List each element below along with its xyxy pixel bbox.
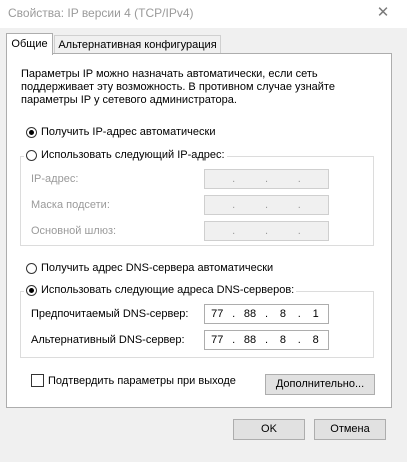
ok-button[interactable]: OK (233, 419, 305, 440)
alternate-dns-field[interactable]: 77. 88. 8. 8 (204, 330, 329, 350)
ip-manual-radio[interactable] (26, 149, 37, 161)
subnet-mask-label: Маска подсети: (31, 199, 110, 211)
alternate-dns-label: Альтернативный DNS-сервер: (31, 334, 185, 346)
validate-label: Подтвердить параметры при выходе (48, 374, 236, 387)
dns-auto-option[interactable]: Получить адрес DNS-сервера автоматически (26, 262, 273, 274)
close-icon: ✕ (376, 4, 390, 21)
dns-manual-label: Использовать следующие адреса DNS-сервер… (41, 284, 295, 296)
window-title: Свойства: IP версии 4 (TCP/IPv4) (8, 6, 194, 20)
validate-option[interactable]: Подтвердить параметры при выходе (31, 374, 236, 387)
cancel-button[interactable]: Отмена (314, 419, 386, 440)
general-panel: Параметры IP можно назначать автоматичес… (6, 53, 392, 408)
preferred-dns-field[interactable]: 77. 88. 8. 1 (204, 304, 329, 324)
subnet-mask-field[interactable]: . . . (204, 195, 329, 215)
preferred-dns-label: Предпочитаемый DNS-сервер: (31, 308, 189, 320)
dns-auto-label: Получить адрес DNS-сервера автоматически (41, 262, 274, 274)
ip-manual-label: Использовать следующий IP-адрес: (41, 149, 225, 161)
dns-manual-option[interactable]: Использовать следующие адреса DNS-сервер… (24, 284, 297, 296)
close-button[interactable]: ✕ (366, 2, 400, 24)
ip-address-field[interactable]: . . . (204, 169, 329, 189)
ip-auto-label: Получить IP-адрес автоматически (41, 126, 216, 138)
tab-alternate-config[interactable]: Альтернативная конфигурация (54, 35, 221, 53)
ip-auto-option[interactable]: Получить IP-адрес автоматически (26, 126, 215, 138)
gateway-field[interactable]: . . . (204, 221, 329, 241)
dns-auto-radio[interactable] (26, 262, 37, 274)
tab-general[interactable]: Общие (6, 33, 53, 55)
validate-checkbox[interactable] (31, 374, 44, 387)
ip-auto-radio[interactable] (26, 126, 37, 138)
ip-manual-option[interactable]: Использовать следующий IP-адрес: (24, 149, 227, 161)
advanced-button[interactable]: Дополнительно... (265, 374, 375, 395)
gateway-label: Основной шлюз: (31, 225, 117, 237)
dns-manual-radio[interactable] (26, 284, 37, 296)
description-text: Параметры IP можно назначать автоматичес… (21, 68, 335, 106)
ip-address-label: IP-адрес: (31, 173, 79, 185)
